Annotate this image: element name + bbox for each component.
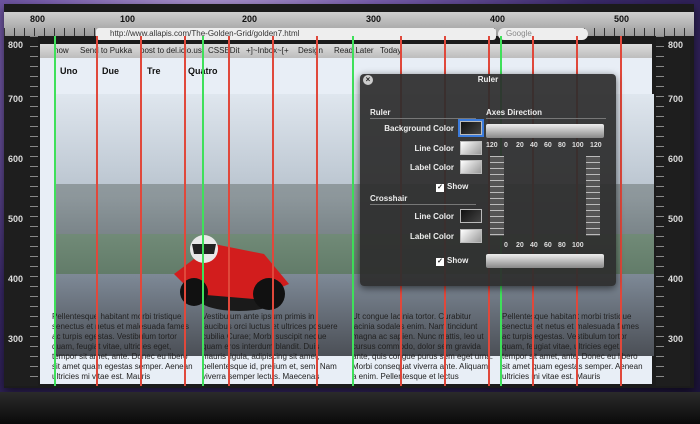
- vruler-tick-label: 700: [668, 94, 684, 104]
- hruler-tick-label: 100: [120, 14, 136, 24]
- bookmark-item[interactable]: Design: [298, 46, 323, 55]
- bookmark-item[interactable]: now: [54, 46, 69, 55]
- vruler-tick-label: 300: [8, 334, 24, 344]
- axis-tick: 80: [558, 242, 566, 249]
- show-crosshair-checkbox[interactable]: ✓ Show: [436, 256, 468, 266]
- hruler-tick-label: 800: [30, 14, 46, 24]
- crosshair-line-color-swatch[interactable]: [460, 209, 482, 223]
- axis-tick: 60: [544, 142, 552, 149]
- axis-tick: 0: [504, 242, 508, 249]
- hruler-tick-label: 200: [242, 14, 258, 24]
- right-vertical-ruler[interactable]: 800 700 600 500 400 300: [656, 36, 690, 386]
- left-axis-bar[interactable]: [490, 156, 504, 236]
- text-columns: Pellentesque habitant morbi tristique se…: [52, 312, 652, 382]
- crosshair-label-color-label: Label Color: [409, 232, 454, 241]
- ruler-section-heading: Ruler: [370, 108, 391, 117]
- axis-side-value: 120: [486, 142, 498, 149]
- axes-direction-heading: Axes Direction: [486, 108, 543, 117]
- hruler-tick-label: 300: [366, 14, 382, 24]
- vruler-tick-label: 800: [8, 40, 24, 50]
- label-color-swatch[interactable]: [460, 160, 482, 174]
- tab-quatro[interactable]: Quatro: [188, 66, 218, 76]
- column-text: Pellentesque habitant morbi tristique se…: [502, 312, 643, 381]
- axis-tick: 60: [544, 242, 552, 249]
- url-bar[interactable]: http://www.allapis.com/The-Golden-Grid/g…: [96, 28, 496, 40]
- vruler-tick-label: 700: [8, 94, 24, 104]
- bookmark-item[interactable]: CSSEDit: [208, 46, 240, 55]
- column-text: Pellentesque habitant morbi tristique se…: [52, 312, 193, 381]
- vruler-tick-label: 400: [8, 274, 24, 284]
- axis-tick: 40: [530, 142, 538, 149]
- url-text: http://www.allapis.com/The-Golden-Grid/g…: [110, 29, 300, 38]
- axis-side-value: 120: [590, 142, 602, 149]
- vruler-tick-label: 600: [668, 154, 684, 164]
- axis-tick: 0: [504, 142, 508, 149]
- search-placeholder: Google: [506, 29, 532, 38]
- tab-tre[interactable]: Tre: [147, 66, 161, 76]
- axis-tick: 80: [558, 142, 566, 149]
- section-divider: [370, 118, 476, 119]
- screen: 800 100 200 300 400 500 http://www.allap…: [0, 0, 700, 424]
- axis-tick: 40: [530, 242, 538, 249]
- top-axis-bar[interactable]: [486, 124, 604, 138]
- page-tabs: Uno Due Tre Quatro: [52, 64, 352, 80]
- show-label: Show: [447, 182, 469, 191]
- tab-uno[interactable]: Uno: [60, 66, 78, 76]
- bookmark-item[interactable]: Read Later: [334, 46, 374, 55]
- section-divider: [370, 204, 476, 205]
- axes-direction-selector[interactable]: 120 0 20 40 60 80 100 120 0 20 40 60 80 …: [486, 122, 608, 278]
- search-input[interactable]: Google: [498, 28, 588, 40]
- line-color-swatch[interactable]: [460, 141, 482, 155]
- column-text: Vestibulum ante ipsum primis in faucibus…: [202, 312, 338, 381]
- vruler-tick-label: 800: [668, 40, 684, 50]
- bookmarks-bar: now Send to Pukka post to del.icio.us CS…: [40, 44, 652, 58]
- background-color-label: Background Color: [384, 124, 454, 133]
- right-axis-bar[interactable]: [586, 156, 600, 236]
- left-ruler-ticks: [30, 36, 38, 386]
- vruler-tick-label: 600: [8, 154, 24, 164]
- bookmark-item[interactable]: Today: [380, 46, 401, 55]
- axis-tick: 100: [572, 242, 584, 249]
- bookmark-item[interactable]: post to del.icio.us: [140, 46, 202, 55]
- tab-due[interactable]: Due: [102, 66, 119, 76]
- bookmark-item[interactable]: +]~Inbox~[+: [246, 46, 289, 55]
- section-divider: [486, 118, 606, 119]
- crosshair-label-color-swatch[interactable]: [460, 229, 482, 243]
- line-color-label: Line Color: [414, 144, 454, 153]
- hruler-tick-label: 500: [614, 14, 630, 24]
- axis-tick: 20: [516, 242, 524, 249]
- checkmark-icon: ✓: [436, 258, 444, 266]
- vruler-tick-label: 400: [668, 274, 684, 284]
- bookmark-item[interactable]: Send to Pukka: [80, 46, 132, 55]
- vruler-tick-label: 500: [8, 214, 24, 224]
- panel-title: Ruler: [477, 75, 499, 84]
- ruler-settings-panel: × Ruler Ruler Background Color Line Colo…: [360, 74, 616, 286]
- label-color-label: Label Color: [409, 163, 454, 172]
- crosshair-show-label: Show: [447, 256, 469, 265]
- show-ruler-checkbox[interactable]: ✓ Show: [436, 182, 468, 192]
- background-color-swatch[interactable]: [458, 119, 484, 137]
- column-text: Ut congue lacinia tortor. Curabitur laci…: [352, 312, 493, 381]
- right-ruler-ticks: [656, 36, 664, 386]
- hruler-tick-label: 400: [490, 14, 506, 24]
- vruler-tick-label: 300: [668, 334, 684, 344]
- axis-tick: 100: [572, 142, 584, 149]
- checkmark-icon: ✓: [436, 184, 444, 192]
- bottom-axis-bar[interactable]: [486, 254, 604, 268]
- crosshair-section-heading: Crosshair: [370, 194, 408, 203]
- left-vertical-ruler[interactable]: 800 700 600 500 400 300: [4, 36, 38, 386]
- axis-tick: 20: [516, 142, 524, 149]
- crosshair-line-color-label: Line Color: [414, 212, 454, 221]
- dock: [0, 392, 700, 424]
- motorcycle-rider-image: [174, 235, 289, 311]
- vruler-tick-label: 500: [668, 214, 684, 224]
